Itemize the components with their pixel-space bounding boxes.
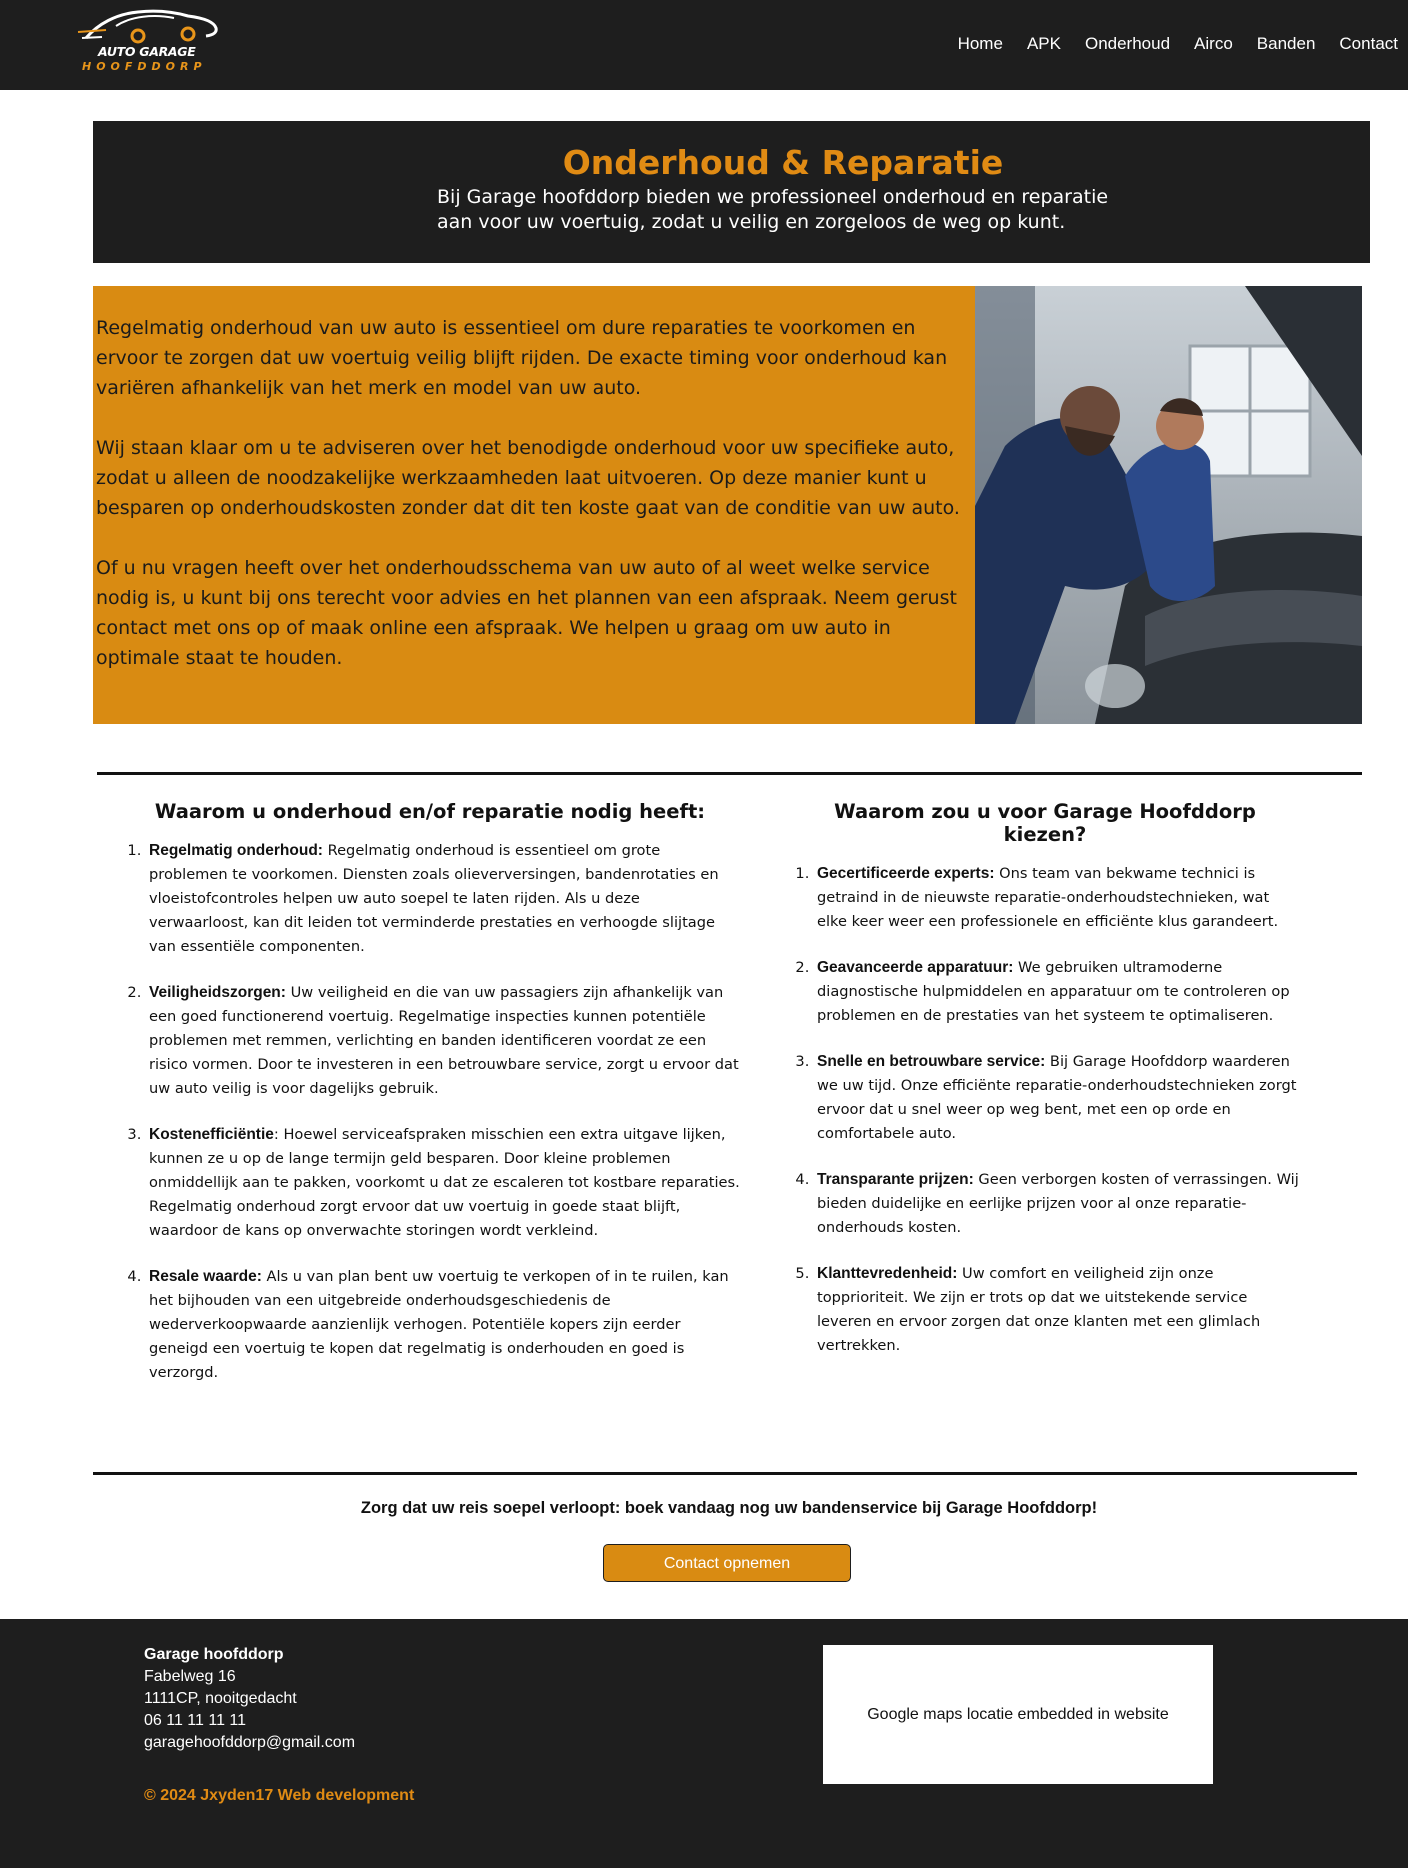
logo-text-bottom: HOOFDDORP (82, 60, 207, 73)
list-item-label: Gecertificeerde experts: (817, 865, 995, 882)
list-item-label: Regelmatig onderhoud: (149, 842, 323, 859)
main-nav: Home APK Onderhoud Airco Banden Contact (934, 34, 1408, 58)
footer-street: Fabelweg 16 (144, 1668, 236, 1685)
list-item: Geavanceerde apparatuur: We gebruiken ul… (814, 956, 1300, 1028)
list-item-label: Transparante prijzen: (817, 1171, 974, 1188)
mechanics-image-icon (975, 286, 1362, 724)
site-footer: Garage hoofddorp Fabelweg 16 1111CP, noo… (0, 1619, 1408, 1868)
list-item-label: Kostenefficiëntie (149, 1126, 274, 1143)
intro-paragraph: Regelmatig onderhoud van uw auto is esse… (96, 317, 948, 399)
nav-onderhoud[interactable]: Onderhoud (1085, 34, 1170, 58)
car-logo-icon (77, 9, 218, 44)
benefits-list: Gecertificeerde experts: Ons team van be… (790, 862, 1300, 1358)
right-column: Waarom zou u voor Garage Hoofddorp kieze… (790, 800, 1300, 1380)
nav-home[interactable]: Home (958, 34, 1003, 58)
footer-email[interactable]: garagehoofddorp@gmail.com (144, 1732, 355, 1754)
nav-contact[interactable]: Contact (1339, 34, 1398, 58)
footer-contact-info: Garage hoofddorp Fabelweg 16 1111CP, noo… (144, 1644, 355, 1754)
page-title: Onderhoud & Reparatie (562, 143, 1004, 182)
footer-city: 1111CP, nooitgedacht (144, 1690, 297, 1707)
hero-subtitle-line1: Bij Garage hoofddorp bieden we professio… (437, 186, 1109, 208)
intro-block: Regelmatig onderhoud van uw auto is esse… (93, 286, 975, 724)
list-item: Klanttevredenheid: Uw comfort en veiligh… (814, 1262, 1300, 1358)
list-item-label: Snelle en betrouwbare service: (817, 1053, 1046, 1070)
cta-text: Zorg dat uw reis soepel verloopt: boek v… (360, 1499, 1098, 1517)
site-header: AUTO GARAGE HOOFDDORP Home APK Onderhoud… (0, 0, 1408, 90)
right-column-title: Waarom zou u voor Garage Hoofddorp kieze… (834, 800, 1256, 846)
list-item-label: Geavanceerde apparatuur: (817, 959, 1014, 976)
list-item-label: Resale waarde: (149, 1268, 262, 1285)
mechanics-photo (975, 286, 1362, 724)
list-item: Gecertificeerde experts: Ons team van be… (814, 862, 1300, 934)
hero-banner: Onderhoud & Reparatie Bij Garage hoofddo… (93, 121, 1370, 263)
left-column: Waarom u onderhoud en/of reparatie nodig… (120, 800, 740, 1407)
hero-subtitle: Bij Garage hoofddorp bieden we professio… (437, 185, 1157, 235)
list-item: Regelmatig onderhoud: Regelmatig onderho… (146, 839, 740, 959)
list-item: Snelle en betrouwbare service: Bij Garag… (814, 1050, 1300, 1146)
hero-subtitle-line2: aan voor uw voertuig, zodat u veilig en … (437, 211, 1066, 233)
nav-banden[interactable]: Banden (1257, 34, 1316, 58)
list-item-label: Veiligheidszorgen: (149, 984, 286, 1001)
list-item: Kostenefficiëntie: Hoewel serviceafsprak… (146, 1123, 740, 1243)
reasons-list: Regelmatig onderhoud: Regelmatig onderho… (120, 839, 740, 1385)
list-item: Resale waarde: Als u van plan bent uw vo… (146, 1265, 740, 1385)
footer-phone[interactable]: 06 11 11 11 11 (144, 1710, 355, 1732)
intro-paragraph: Wij staan klaar om u te adviseren over h… (96, 437, 960, 519)
intro-paragraph: Of u nu vragen heeft over het onderhouds… (96, 557, 957, 669)
site-logo[interactable]: AUTO GARAGE HOOFDDORP (76, 4, 226, 78)
section-divider (97, 772, 1362, 775)
list-item: Veiligheidszorgen: Uw veiligheid en die … (146, 981, 740, 1101)
nav-apk[interactable]: APK (1027, 34, 1061, 58)
footer-copyright: © 2024 Jxyden17 Web development (144, 1787, 415, 1804)
map-placeholder-text: Google maps locatie embedded in website (867, 1705, 1169, 1723)
list-item-label: Klanttevredenheid: (817, 1265, 958, 1282)
footer-company-name: Garage hoofddorp (144, 1646, 284, 1663)
list-item: Transparante prijzen: Geen verborgen kos… (814, 1168, 1300, 1240)
map-placeholder[interactable]: Google maps locatie embedded in website (823, 1645, 1213, 1784)
section-divider (93, 1472, 1357, 1475)
nav-airco[interactable]: Airco (1194, 34, 1233, 58)
intro-text: Regelmatig onderhoud van uw auto is esse… (96, 313, 968, 703)
logo-text-top: AUTO GARAGE (98, 44, 196, 59)
contact-button[interactable]: Contact opnemen (603, 1544, 851, 1582)
left-column-title: Waarom u onderhoud en/of reparatie nodig… (154, 800, 706, 823)
